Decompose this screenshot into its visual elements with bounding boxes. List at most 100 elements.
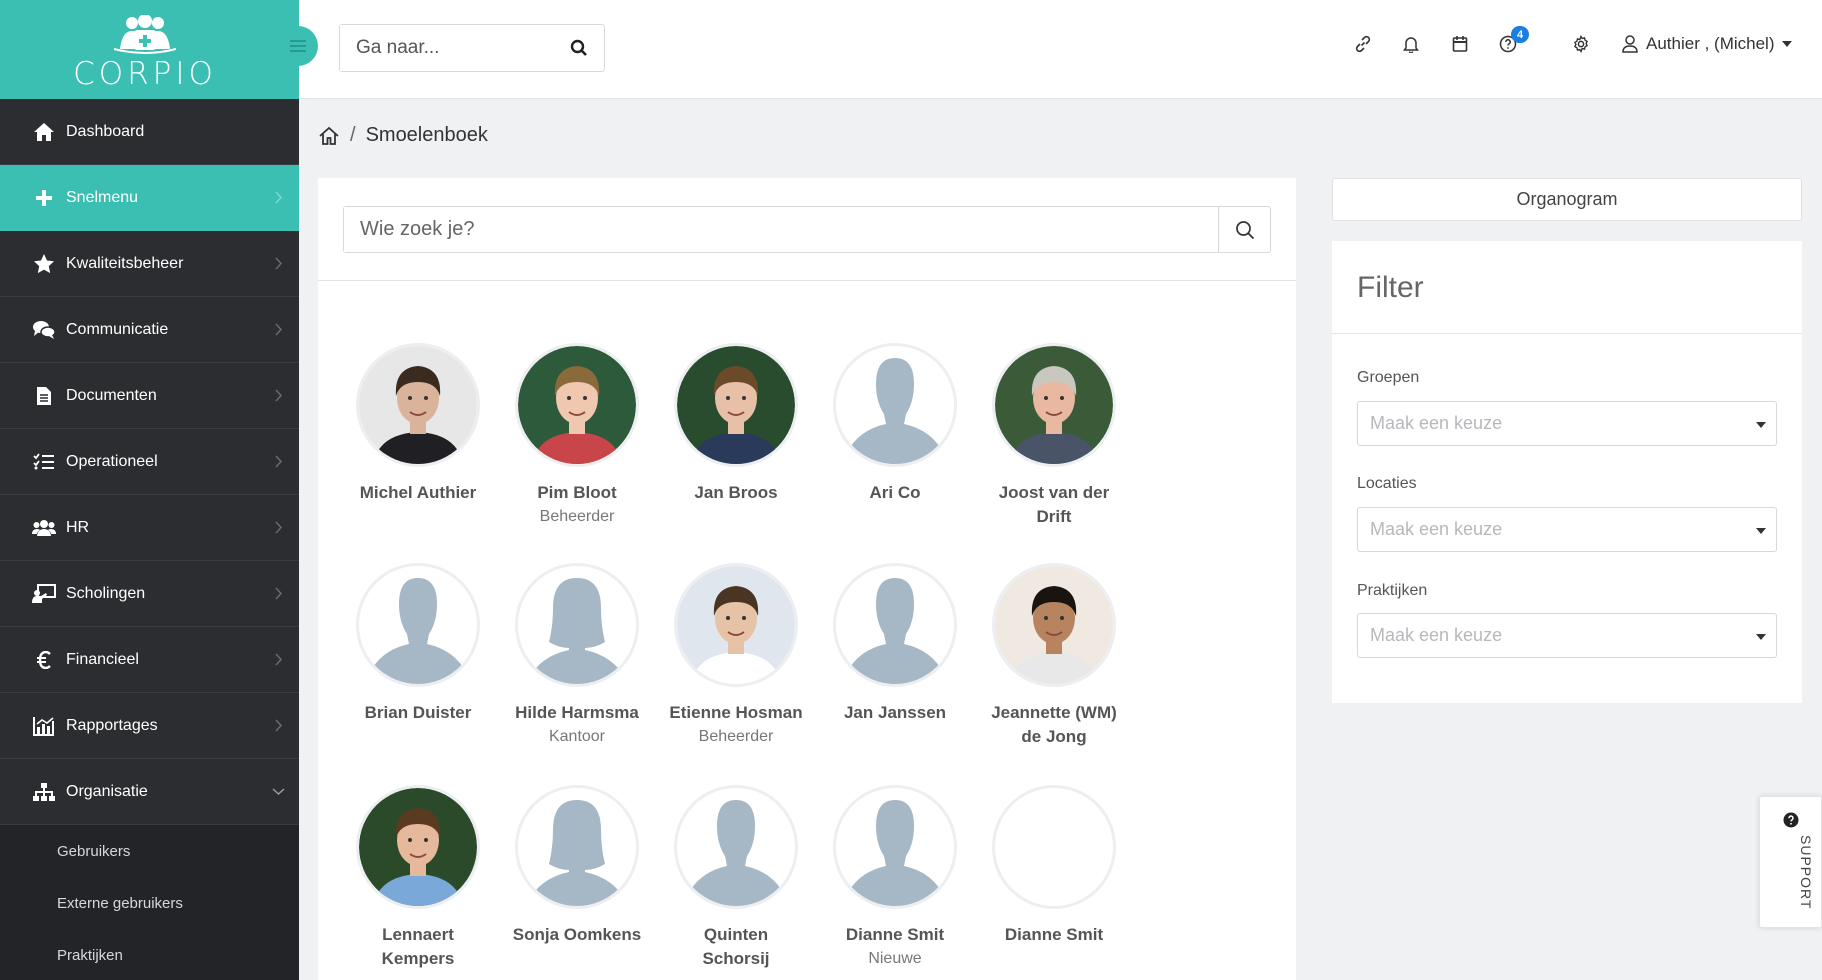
sidebar-item-label: Scholingen bbox=[66, 584, 146, 602]
submenu-item-gebruikers[interactable]: Gebruikers bbox=[0, 825, 299, 877]
person-name: Sonja Oomkens bbox=[512, 925, 642, 944]
person-card[interactable]: Lennaert Kempers bbox=[343, 785, 493, 971]
groepen-select[interactable]: Maak een keuze bbox=[1357, 401, 1777, 446]
person-name: Hilde Harmsma bbox=[515, 703, 639, 722]
person-card[interactable]: Hilde Harmsma Kantoor bbox=[502, 563, 652, 749]
person-card[interactable]: Joost van der Drift bbox=[979, 343, 1129, 529]
organogram-button[interactable]: Organogram bbox=[1332, 178, 1802, 221]
person-name: Dianne Smit bbox=[845, 925, 945, 944]
person-card[interactable]: Quinten Schorsij bbox=[661, 785, 811, 971]
sidebar-item-documenten[interactable]: Documenten bbox=[0, 363, 299, 429]
sidebar-item-snelmenu[interactable]: Snelmenu bbox=[0, 165, 299, 231]
caret-down-icon bbox=[1782, 41, 1793, 47]
sidebar-item-label: HR bbox=[66, 518, 90, 536]
avatar[interactable] bbox=[674, 343, 798, 467]
person-name: Etienne Hosman bbox=[669, 703, 803, 722]
home-icon[interactable] bbox=[318, 126, 340, 146]
sidebar-item-label: Rapportages bbox=[66, 716, 158, 734]
avatar[interactable] bbox=[992, 343, 1116, 467]
sidebar-item-label: Operationeel bbox=[66, 452, 158, 470]
logo[interactable]: CORPIO bbox=[0, 0, 299, 99]
avatar[interactable] bbox=[992, 563, 1116, 687]
avatar[interactable] bbox=[515, 563, 639, 687]
avatar[interactable] bbox=[515, 343, 639, 467]
document-icon bbox=[32, 384, 56, 408]
bell-icon[interactable] bbox=[1403, 35, 1419, 53]
chevron-right-icon bbox=[275, 455, 283, 468]
search-icon[interactable] bbox=[570, 39, 588, 57]
person-card[interactable]: Dianne Smit bbox=[979, 785, 1129, 947]
people-search-button[interactable] bbox=[1218, 207, 1270, 252]
sidebar-item-communicatie[interactable]: Communicatie bbox=[0, 297, 299, 363]
avatar[interactable] bbox=[356, 563, 480, 687]
sidebar-item-rapportages[interactable]: Rapportages bbox=[0, 693, 299, 759]
person-card[interactable]: Jan Broos bbox=[661, 343, 811, 505]
select-placeholder: Maak een keuze bbox=[1370, 519, 1503, 539]
sidebar-item-hr[interactable]: HR bbox=[0, 495, 299, 561]
sidebar-item-scholingen[interactable]: Scholingen bbox=[0, 561, 299, 627]
goto-search-input[interactable] bbox=[340, 25, 540, 71]
person-name: Quinten Schorsij bbox=[702, 925, 770, 968]
support-label: SUPPORT bbox=[1798, 835, 1814, 910]
person-card[interactable]: Dianne Smit Nieuwe bbox=[820, 785, 970, 971]
person-card[interactable]: Michel Authier bbox=[343, 343, 493, 505]
home-icon bbox=[32, 120, 56, 144]
avatar[interactable] bbox=[674, 785, 798, 909]
people-search-input[interactable] bbox=[344, 207, 1204, 252]
person-name: Ari Co bbox=[869, 483, 921, 502]
filter-label-groepen: Groepen bbox=[1357, 369, 1420, 386]
person-name: Brian Duister bbox=[364, 703, 472, 722]
topbar: 4 Authier , (Michel) bbox=[299, 0, 1822, 99]
sidebar-item-operationeel[interactable]: Operationeel bbox=[0, 429, 299, 495]
avatar[interactable] bbox=[674, 563, 798, 687]
avatar[interactable] bbox=[833, 785, 957, 909]
sidebar-menu: Dashboard Snelmenu Kwaliteitsbeheer Comm… bbox=[0, 99, 299, 980]
gear-icon[interactable] bbox=[1572, 35, 1590, 53]
person-card[interactable]: Brian Duister bbox=[343, 563, 493, 725]
sidebar-item-dashboard[interactable]: Dashboard bbox=[0, 99, 299, 165]
help-notifications[interactable]: 4 bbox=[1499, 26, 1529, 53]
link-icon[interactable] bbox=[1354, 35, 1372, 53]
locaties-select[interactable]: Maak een keuze bbox=[1357, 507, 1777, 552]
person-name: Pim Bloot bbox=[537, 483, 617, 502]
person-role: Kantoor bbox=[548, 728, 606, 745]
chevron-down-icon bbox=[272, 788, 285, 796]
calendar-icon[interactable] bbox=[1452, 35, 1468, 53]
chevron-right-icon bbox=[275, 587, 283, 600]
person-card[interactable]: Ari Co bbox=[820, 343, 970, 505]
caret-down-icon bbox=[1756, 634, 1766, 640]
menu-toggle-button[interactable] bbox=[278, 26, 318, 66]
person-card[interactable]: Etienne Hosman Beheerder bbox=[661, 563, 811, 749]
avatar[interactable] bbox=[356, 785, 480, 909]
person-card[interactable]: Sonja Oomkens bbox=[502, 785, 652, 947]
avatar[interactable] bbox=[356, 343, 480, 467]
praktijken-select[interactable]: Maak een keuze bbox=[1357, 613, 1777, 658]
filter-label-praktijken: Praktijken bbox=[1357, 582, 1428, 599]
brand-name: CORPIO bbox=[73, 56, 217, 92]
filter-panel: Filter Groepen Maak een keuze Locaties M… bbox=[1332, 241, 1802, 703]
chevron-right-icon bbox=[275, 257, 283, 270]
sidebar-item-label: Snelmenu bbox=[66, 188, 139, 206]
avatar[interactable] bbox=[992, 785, 1116, 909]
avatar[interactable] bbox=[515, 785, 639, 909]
support-tab[interactable]: SUPPORT bbox=[1759, 796, 1822, 928]
avatar[interactable] bbox=[833, 563, 957, 687]
list-check-icon bbox=[32, 450, 56, 474]
chevron-right-icon bbox=[275, 389, 283, 402]
avatar[interactable] bbox=[833, 343, 957, 467]
euro-icon bbox=[32, 648, 56, 672]
sidebar-item-label: Kwaliteitsbeheer bbox=[66, 254, 184, 272]
person-role: Nieuwe bbox=[868, 950, 922, 967]
person-card[interactable]: Jeannette (WM) de Jong bbox=[979, 563, 1129, 749]
sidebar-item-kwaliteitsbeheer[interactable]: Kwaliteitsbeheer bbox=[0, 231, 299, 297]
organisatie-submenu: Gebruikers Externe gebruikers Praktijken bbox=[0, 825, 299, 980]
submenu-item-externe-gebruikers[interactable]: Externe gebruikers bbox=[0, 877, 299, 929]
sidebar-item-financieel[interactable]: Financieel bbox=[0, 627, 299, 693]
person-card[interactable]: Pim Bloot Beheerder bbox=[502, 343, 652, 529]
submenu-item-praktijken[interactable]: Praktijken bbox=[0, 929, 299, 980]
person-role: Beheerder bbox=[698, 728, 774, 745]
person-card[interactable]: Jan Janssen bbox=[820, 563, 970, 725]
sidebar-item-organisatie[interactable]: Organisatie bbox=[0, 759, 299, 825]
select-placeholder: Maak een keuze bbox=[1370, 625, 1503, 645]
user-menu[interactable]: Authier , (Michel) bbox=[1622, 34, 1793, 54]
